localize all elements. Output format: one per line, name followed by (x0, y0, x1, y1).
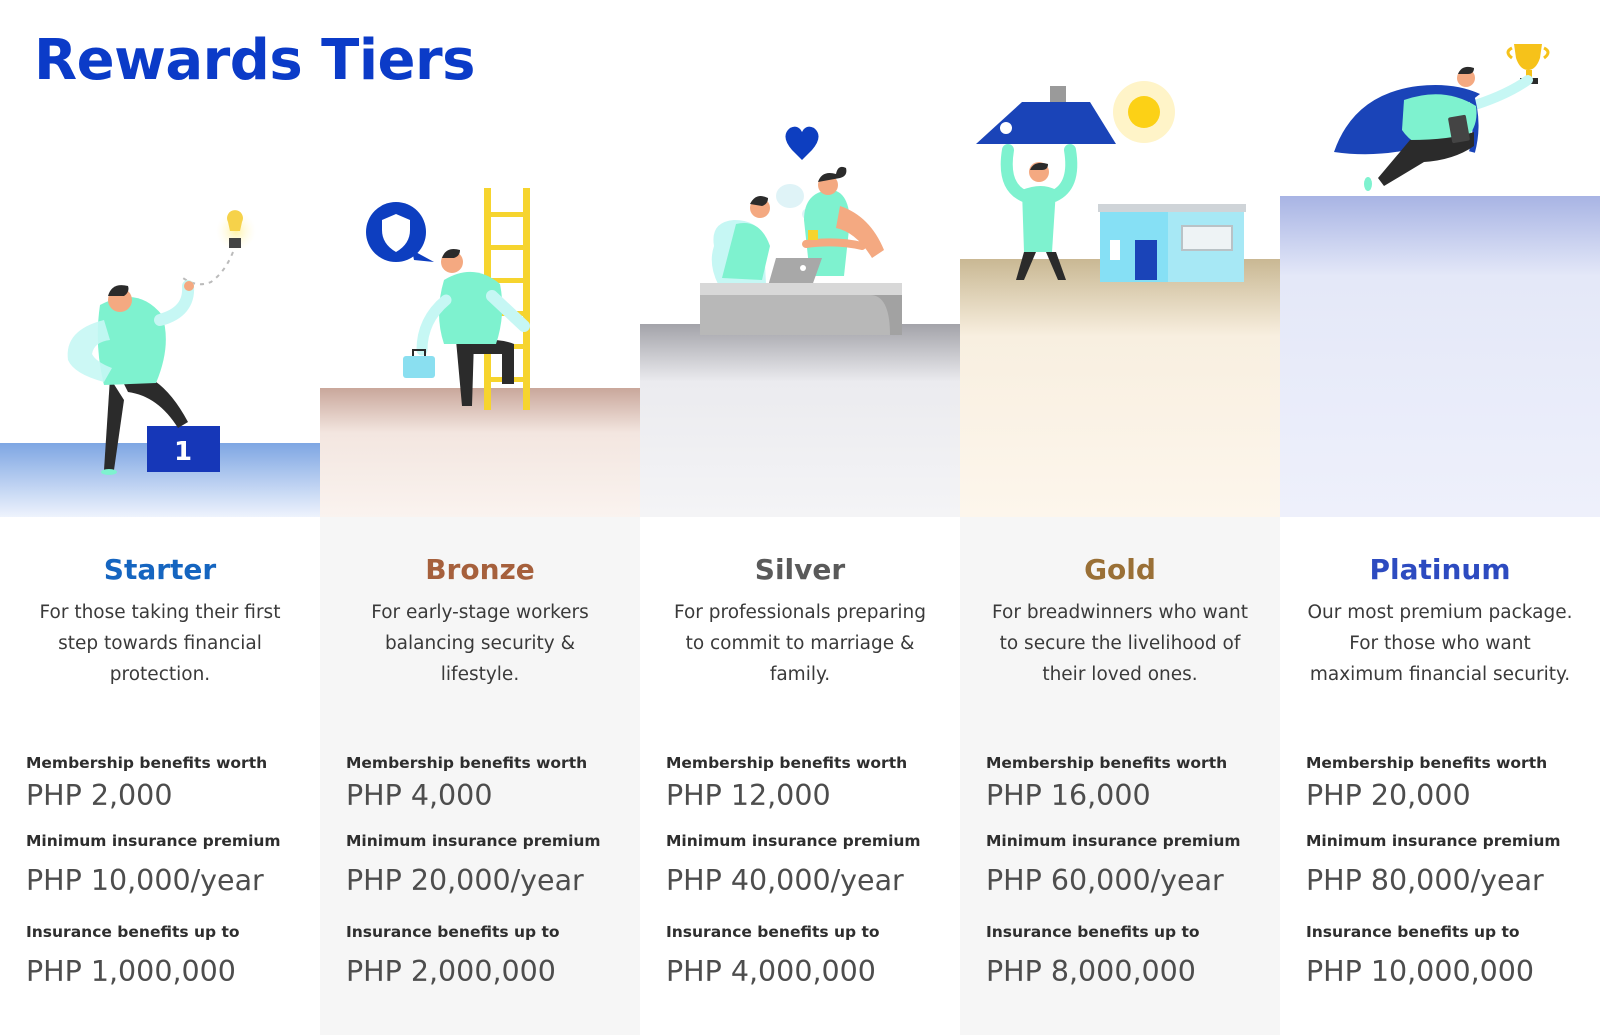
tier-name: Starter (103, 553, 217, 586)
insurance-value: PHP 1,000,000 (26, 955, 236, 988)
insurance-label: Insurance benefits up to (986, 923, 1200, 941)
tier-card-bronze: Bronze For early-stage workers balancing… (320, 517, 640, 1035)
membership-value: PHP 2,000 (26, 779, 173, 812)
membership-label: Membership benefits worth (1306, 754, 1548, 772)
premium-value: PHP 60,000/year (986, 864, 1224, 897)
membership-value: PHP 12,000 (666, 779, 831, 812)
insurance-label: Insurance benefits up to (1306, 923, 1520, 941)
membership-value: PHP 4,000 (346, 779, 493, 812)
membership-label: Membership benefits worth (986, 754, 1228, 772)
premium-label: Minimum insurance premium (1306, 832, 1561, 850)
page-title: Rewards Tiers (34, 28, 475, 93)
tier-name: Bronze (425, 553, 535, 586)
insurance-value: PHP 4,000,000 (666, 955, 876, 988)
premium-value: PHP 20,000/year (346, 864, 584, 897)
premium-value: PHP 40,000/year (666, 864, 904, 897)
tier-description: For early-stage workers balancing securi… (371, 602, 589, 685)
premium-value: PHP 80,000/year (1306, 864, 1544, 897)
tier-description: For professionals preparing to commit to… (673, 602, 927, 685)
insurance-label: Insurance benefits up to (666, 923, 880, 941)
tier-name: Platinum (1369, 553, 1511, 586)
silver-illustration (700, 126, 902, 335)
insurance-value: PHP 2,000,000 (346, 955, 556, 988)
insurance-value: PHP 10,000,000 (1306, 955, 1535, 988)
tier-card-silver: Silver For professionals preparing to co… (640, 517, 960, 1035)
premium-label: Minimum insurance premium (986, 832, 1241, 850)
gold-illustration (976, 81, 1246, 282)
premium-value: PHP 10,000/year (26, 864, 264, 897)
tier-description: For breadwinners who want to secure the … (992, 602, 1248, 685)
membership-value: PHP 20,000 (1306, 779, 1471, 812)
step-badge: 1 (174, 437, 192, 467)
tier-name: Silver (754, 553, 846, 586)
premium-label: Minimum insurance premium (666, 832, 921, 850)
tier-name: Gold (1084, 553, 1156, 586)
premium-label: Minimum insurance premium (346, 832, 601, 850)
tier-description: Our most premium package. For those who … (1307, 602, 1573, 685)
membership-label: Membership benefits worth (26, 754, 268, 772)
tier-card-platinum: Platinum Our most premium package. For t… (1280, 517, 1600, 1035)
membership-value: PHP 16,000 (986, 779, 1151, 812)
bronze-illustration (366, 188, 530, 410)
membership-label: Membership benefits worth (346, 754, 588, 772)
platinum-illustration (1334, 44, 1550, 191)
tier-card-gold: Gold For breadwinners who want to secure… (960, 517, 1280, 1035)
tier-description: For those taking their first step toward… (39, 602, 281, 685)
tiers-grid: Starter For those taking their first ste… (0, 517, 1600, 1035)
insurance-label: Insurance benefits up to (346, 923, 560, 941)
starter-illustration: 1 (67, 210, 256, 475)
insurance-value: PHP 8,000,000 (986, 955, 1196, 988)
membership-label: Membership benefits worth (666, 754, 908, 772)
tier-card-starter: Starter For those taking their first ste… (0, 517, 320, 1035)
insurance-label: Insurance benefits up to (26, 923, 240, 941)
premium-label: Minimum insurance premium (26, 832, 281, 850)
